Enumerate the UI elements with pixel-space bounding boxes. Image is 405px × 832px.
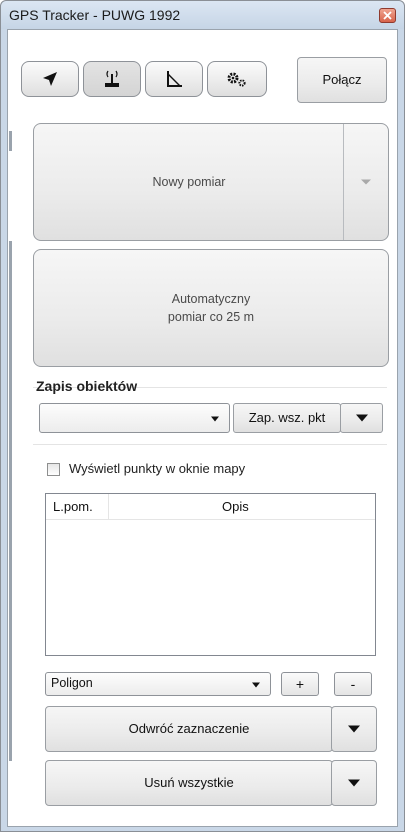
- app-window: GPS Tracker - PUWG 1992 Połącz Nowy pomi…: [0, 0, 405, 832]
- title-bar[interactable]: GPS Tracker - PUWG 1992: [1, 1, 404, 29]
- splitter-bar[interactable]: [9, 241, 12, 761]
- delete-all-dropdown[interactable]: [331, 760, 377, 806]
- invert-selection-button[interactable]: Odwróć zaznaczenie: [45, 706, 333, 752]
- splitter-mark: [9, 131, 12, 151]
- measure-angle-icon: [167, 71, 182, 87]
- delete-all-button[interactable]: Usuń wszystkie: [45, 760, 333, 806]
- navigation-arrow-icon: [43, 72, 57, 86]
- tool-gps-button[interactable]: [83, 61, 141, 97]
- chevron-down-icon: [211, 416, 219, 422]
- add-button[interactable]: +: [281, 672, 319, 696]
- chevron-down-icon: [252, 682, 260, 688]
- auto-measurement-label-2: pomiar co 25 m: [167, 310, 255, 324]
- save-all-dropdown-button[interactable]: [340, 403, 383, 433]
- tool-settings-button[interactable]: [207, 61, 267, 97]
- window-title: GPS Tracker - PUWG 1992: [9, 7, 181, 23]
- chevron-down-icon: [348, 725, 360, 733]
- show-points-label[interactable]: Wyświetl punkty w oknie mapy: [69, 461, 245, 476]
- gps-antenna-icon: [105, 70, 119, 87]
- tool-measure-button[interactable]: [145, 61, 203, 97]
- column-header-number[interactable]: L.pom.: [53, 499, 93, 514]
- connect-button[interactable]: Połącz: [297, 57, 387, 103]
- save-objects-label: Zapis obiektów: [36, 378, 138, 394]
- settings-gears-icon: [227, 72, 246, 87]
- new-measurement-button[interactable]: Nowy pomiar: [33, 123, 389, 241]
- close-icon: [383, 11, 392, 20]
- auto-measurement-label-1: Automatyczny: [171, 292, 251, 306]
- tool-navigation-button[interactable]: [21, 61, 79, 97]
- save-all-points-button[interactable]: Zap. wsz. pkt: [233, 403, 341, 433]
- show-points-checkbox[interactable]: [47, 463, 60, 476]
- new-measurement-dropdown[interactable]: [343, 124, 388, 240]
- column-header-description[interactable]: Opis: [222, 499, 249, 514]
- auto-measurement-button[interactable]: Automatyczny pomiar co 25 m: [33, 249, 389, 367]
- chevron-down-icon: [361, 179, 371, 185]
- group-separator-bottom: [33, 444, 387, 445]
- column-divider[interactable]: [108, 494, 109, 519]
- points-table[interactable]: L.pom. Opis: [45, 493, 376, 656]
- object-layer-select[interactable]: [39, 403, 230, 433]
- invert-selection-dropdown[interactable]: [331, 706, 377, 752]
- close-button[interactable]: [379, 8, 396, 23]
- chevron-down-icon: [348, 779, 360, 787]
- geometry-type-select[interactable]: Poligon: [45, 672, 271, 696]
- chevron-down-icon: [355, 414, 368, 422]
- table-header: L.pom. Opis: [46, 494, 375, 520]
- remove-button[interactable]: -: [334, 672, 372, 696]
